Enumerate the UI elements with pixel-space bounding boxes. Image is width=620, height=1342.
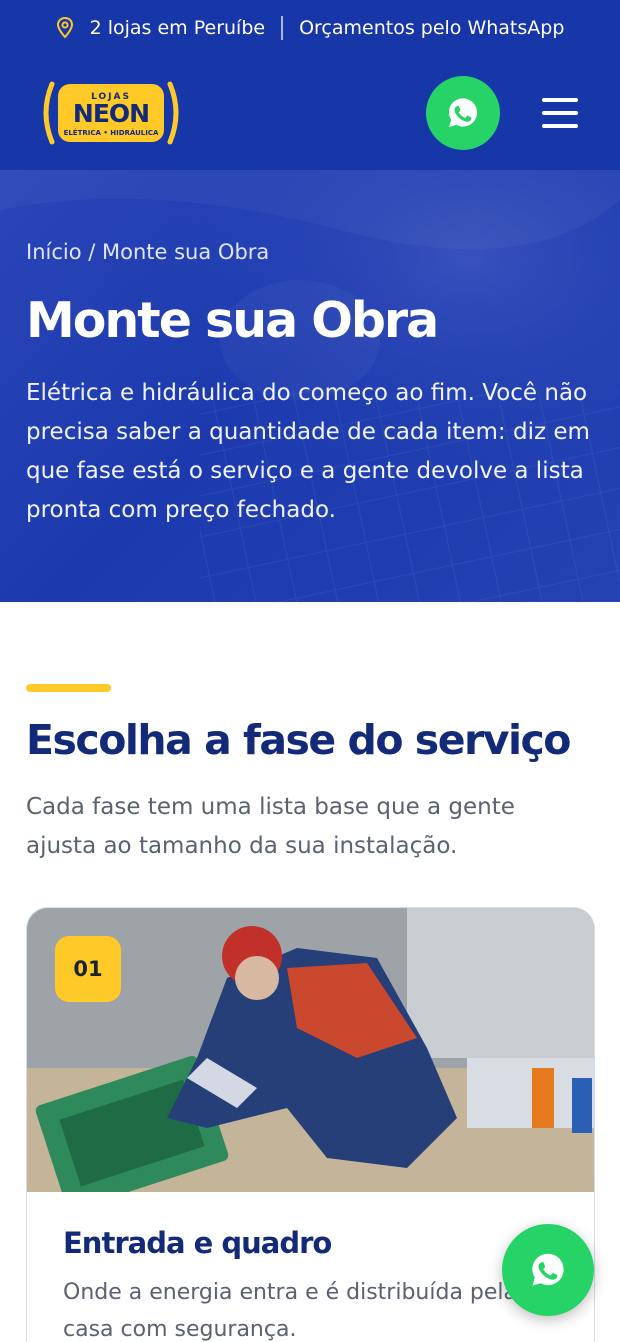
svg-text:NEON: NEON [73, 99, 149, 128]
whatsapp-icon [448, 98, 478, 127]
hero-description: Elétrica e hidráulica do começo ao fim. … [26, 380, 590, 523]
hero-banner: Início / Monte sua Obra Monte sua Obra E… [0, 170, 620, 602]
phase-title: Entrada e quadro [63, 1226, 332, 1260]
section-title: Escolha a fase do serviço [26, 716, 571, 764]
page-title: Monte sua Obra [26, 292, 439, 349]
header-whatsapp-button[interactable] [426, 76, 500, 150]
svg-text:ELÉTRICA • HIDRÁULICA: ELÉTRICA • HIDRÁULICA [64, 128, 159, 137]
menu-line [542, 98, 578, 102]
floating-whatsapp-button[interactable] [502, 1224, 594, 1316]
breadcrumb-home-link[interactable]: Início [26, 240, 82, 264]
location-pin-icon [56, 17, 73, 39]
phase-number-badge: 01 [55, 936, 121, 1002]
neon-logo[interactable]: LOJAS NEON ELÉTRICA • HIDRÁULICA [38, 80, 184, 146]
breadcrumb-current: Monte sua Obra [102, 240, 270, 264]
top-info-bar: 2 lojas em Peruíbe Orçamentos pelo Whats… [0, 0, 620, 56]
menu-line [542, 111, 578, 115]
phase-description: Onde a energia entra e é distribuída pel… [63, 1280, 518, 1342]
breadcrumb: Início / Monte sua Obra [26, 240, 269, 264]
stores-info: 2 lojas em Peruíbe [89, 17, 266, 39]
section-accent-bar [26, 684, 111, 692]
hamburger-menu-button[interactable] [542, 98, 580, 128]
divider [281, 16, 284, 40]
menu-line [542, 124, 578, 128]
site-header: LOJAS NEON ELÉTRICA • HIDRÁULICA [0, 56, 620, 170]
whatsapp-quotes-link[interactable]: Orçamentos pelo WhatsApp [299, 17, 564, 39]
whatsapp-icon [532, 1253, 564, 1286]
section-subtitle: Cada fase tem uma lista base que a gente… [26, 794, 515, 859]
breadcrumb-separator: / [81, 240, 103, 264]
